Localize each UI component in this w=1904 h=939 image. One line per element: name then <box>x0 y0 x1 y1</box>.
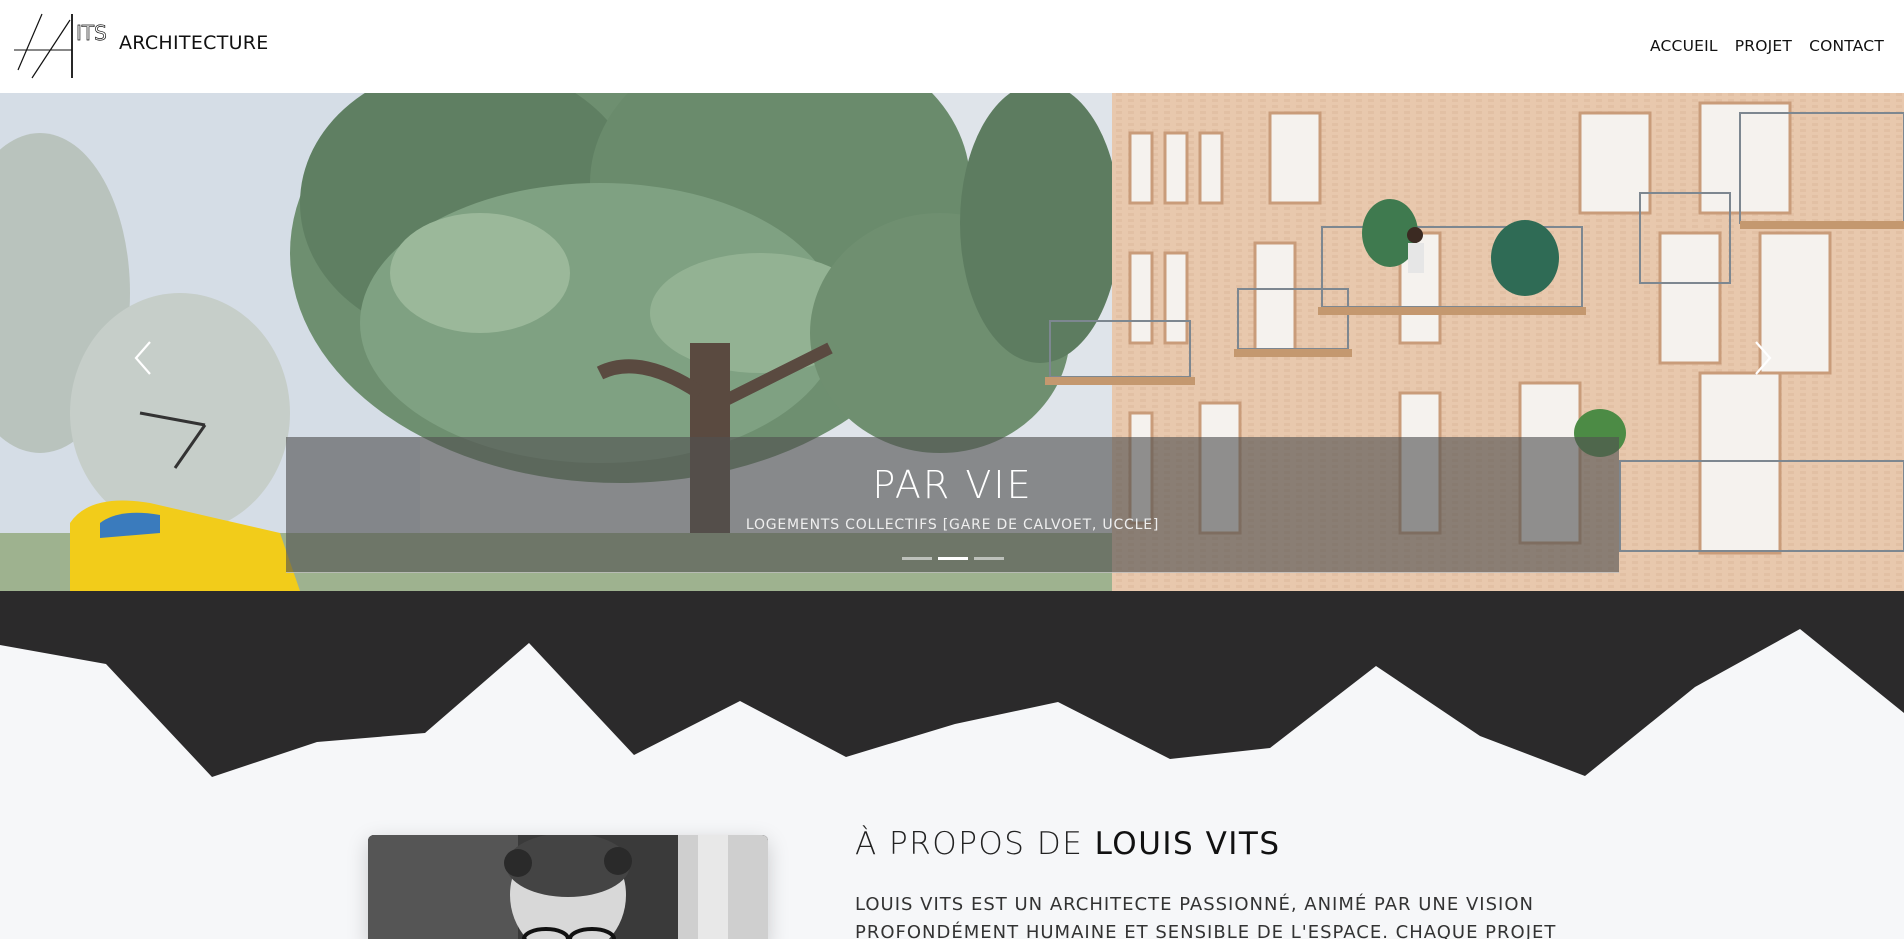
mountain-divider <box>0 591 1904 791</box>
carousel-indicator-2[interactable] <box>937 557 968 560</box>
hero-carousel: PAR VIE LOGEMENTS COLLECTIFS [GARE DE CA… <box>0 93 1904 591</box>
about-heading-prefix: À PROPOS DE <box>855 826 1095 862</box>
carousel-indicator-3[interactable] <box>973 557 1004 560</box>
svg-text:ITS: ITS <box>76 21 107 45</box>
about-heading-name: LOUIS VITS <box>1094 826 1281 862</box>
nav-accueil[interactable]: ACCUEIL <box>1650 37 1718 55</box>
about-paragraph: LOUIS VITS EST UN ARCHITECTE PASSIONNÉ, … <box>855 894 1557 939</box>
nav-projet[interactable]: PROJET <box>1735 37 1792 55</box>
carousel-indicators <box>286 557 1619 560</box>
chevron-left-icon[interactable] <box>124 328 164 388</box>
about-heading: À PROPOS DE LOUIS VITS <box>855 826 1281 862</box>
louis-vits-photo <box>368 835 768 939</box>
main-nav: ACCUEIL PROJET CONTACT <box>1650 37 1884 55</box>
carousel-indicator-1[interactable] <box>901 557 932 560</box>
nav-contact[interactable]: CONTACT <box>1809 37 1884 55</box>
vits-logo[interactable]: ITS <box>12 12 118 82</box>
site-header: ITS ARCHITECTURE ACCUEIL PROJET CONTACT <box>0 0 1904 93</box>
carousel-caption: PAR VIE LOGEMENTS COLLECTIFS [GARE DE CA… <box>286 437 1619 573</box>
brand-name[interactable]: ARCHITECTURE <box>119 32 269 54</box>
chevron-right-icon[interactable] <box>1742 328 1782 388</box>
slide-title: PAR VIE <box>872 463 1033 507</box>
slide-subtitle: LOGEMENTS COLLECTIFS [GARE DE CALVOET, U… <box>745 517 1160 533</box>
